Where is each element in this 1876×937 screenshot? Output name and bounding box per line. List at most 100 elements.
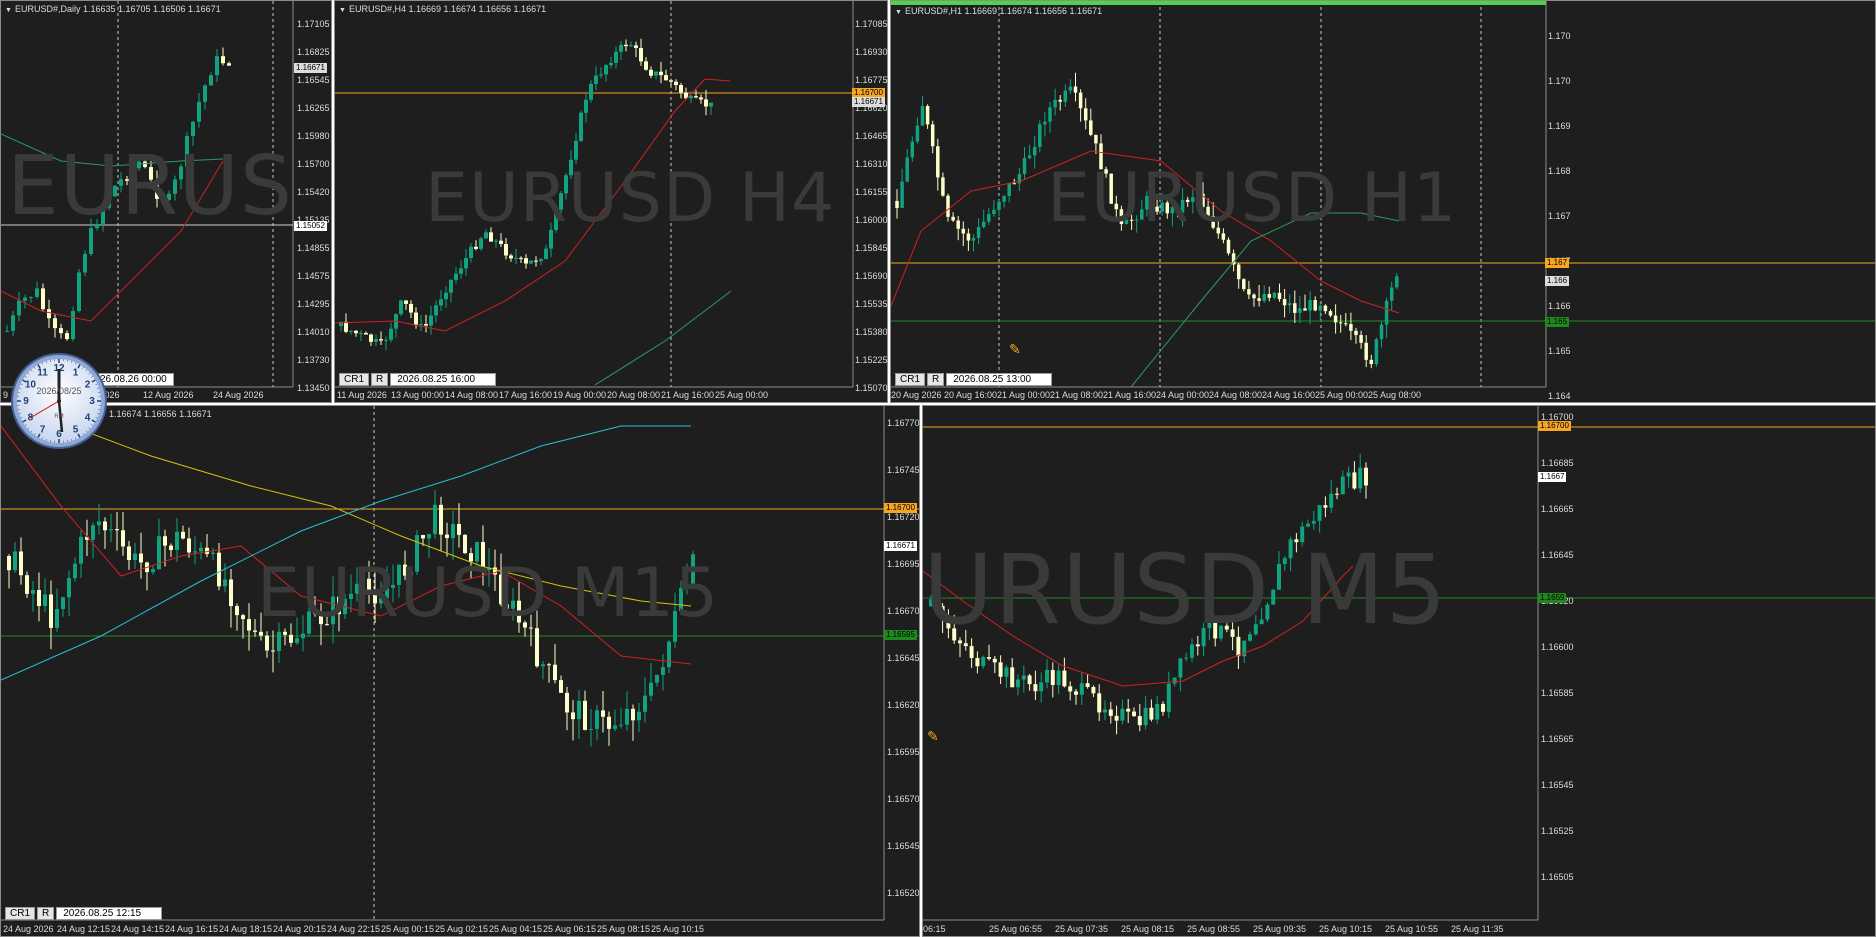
price-label: 1.16265 [297,103,330,113]
candle-body [203,85,207,102]
cr1-tag-m15[interactable]: CR1 [5,907,36,920]
candle-body [534,260,538,262]
candle-body [1103,709,1107,713]
candle-body [59,328,63,334]
candle-body [235,606,239,616]
time-label: 20 Aug 2026 [891,390,942,400]
time-label: 19 Aug 00:00 [553,390,607,400]
chart-panel-h4[interactable]: ▼ EURUSD#,H4 1.16669 1.16674 1.16656 1.16… [334,0,888,403]
candle-body [459,268,463,274]
signal-arrow-icon-h1[interactable]: ✎ [1009,341,1021,358]
candle-body [1303,308,1307,311]
candle-body [529,260,533,264]
candle-body [1395,276,1399,288]
candle-body [915,125,920,142]
candle-body [223,579,227,587]
candle-body [1039,682,1044,692]
candle-body [295,638,299,643]
candle-body [1282,299,1287,306]
clock-brand: RM [54,414,64,420]
moving-average-line [594,290,732,386]
datetime-h4: 2026.08.25 16:00 [390,373,497,386]
candle-body [1364,467,1368,486]
candle-body [1004,667,1009,677]
candles-m15 [1,406,919,921]
candle-body [1267,294,1272,298]
candle-body [704,99,708,107]
candle-body [77,272,81,312]
candle-body [1358,467,1363,489]
candle-body [661,667,665,675]
candle-body [221,56,225,64]
candle-body [987,214,991,222]
candle-body [1308,300,1312,311]
candle-body [969,646,974,659]
price-label: 1.16545 [887,841,920,851]
candle-body [539,259,543,262]
candle-body [895,201,899,208]
candle-body [61,597,65,610]
chart-panel-m15[interactable]: 1.16674 1.16656 1.16671 EURUSD M15 1.167… [0,405,920,937]
candle-body [639,47,643,62]
candle-body [127,546,131,561]
time-label: 9 [3,390,9,400]
price-label: 1.16000 [855,215,888,225]
candle-body [103,521,107,531]
signal-arrow-icon-m5[interactable]: ✎ [927,728,939,745]
cr1-tag-h1[interactable]: CR1 [895,373,926,386]
time-label: 25 Aug 11:35 [1451,924,1504,934]
candle-body [1242,279,1246,290]
candle-body [613,725,617,729]
chart-panel-m5[interactable]: URUSD M5 1.16700 1.16685 1.16665 1.16645 1.1… [922,405,1876,937]
price-label: 1.16310 [855,159,888,169]
candle-body [1298,308,1302,313]
candle-body [1346,472,1351,477]
candle-body [1166,683,1171,712]
candle-body [229,579,233,607]
r-tag-h4[interactable]: R [371,373,389,386]
candle-body [631,708,635,721]
candle-body [992,209,996,215]
candle-body [247,619,251,631]
candle-body [379,339,383,341]
current-price-tag-h1: 1.166 [1545,276,1570,286]
candle-body [669,80,673,82]
candle-body [1257,298,1261,301]
candle-body [17,300,21,316]
time-label: 25 Aug 02:15 [435,924,489,934]
candle-body [364,333,368,335]
chart-panel-daily[interactable]: ▼ EURUSD#,Daily 1.16635 1.16705 1.16506 1… [0,0,332,403]
current-price-tag-m5: 1.1667 [1538,472,1567,482]
candle-body [1252,294,1256,299]
candle-body [241,615,245,620]
candle-body [469,246,473,259]
price-label: 1.15420 [297,187,330,197]
candle-body [574,140,578,160]
cr1-tag-h4[interactable]: CR1 [339,373,370,386]
candle-body [625,708,629,725]
candle-body [121,530,125,547]
candle-body [464,258,468,269]
chart-panel-h1[interactable]: ▼ EURUSD#,H1 1.16669 1.16674 1.16656 1.16… [890,0,1876,403]
candle-body [1114,715,1119,721]
candle-body [23,297,27,301]
candle-body [951,216,955,221]
candle-body [429,315,433,326]
candle-body [644,61,648,70]
r-tag-h1[interactable]: R [927,373,945,386]
time-label: 25 Aug 10:15 [651,924,705,934]
candle-body [1021,675,1026,680]
candle-body [519,257,523,259]
candle-body [1184,657,1189,659]
candle-body [1085,683,1090,687]
candle-body [301,633,305,639]
candle-body [463,534,467,554]
candle-body [509,255,513,259]
candle-body [956,220,960,229]
r-tag-m15[interactable]: R [37,907,55,920]
candle-body [35,288,39,297]
candle-body [584,99,588,113]
analog-clock-widget[interactable]: 121234567891011 2026/08/25 RM [10,352,108,450]
candle-body [1317,505,1322,521]
candle-body [369,334,373,342]
